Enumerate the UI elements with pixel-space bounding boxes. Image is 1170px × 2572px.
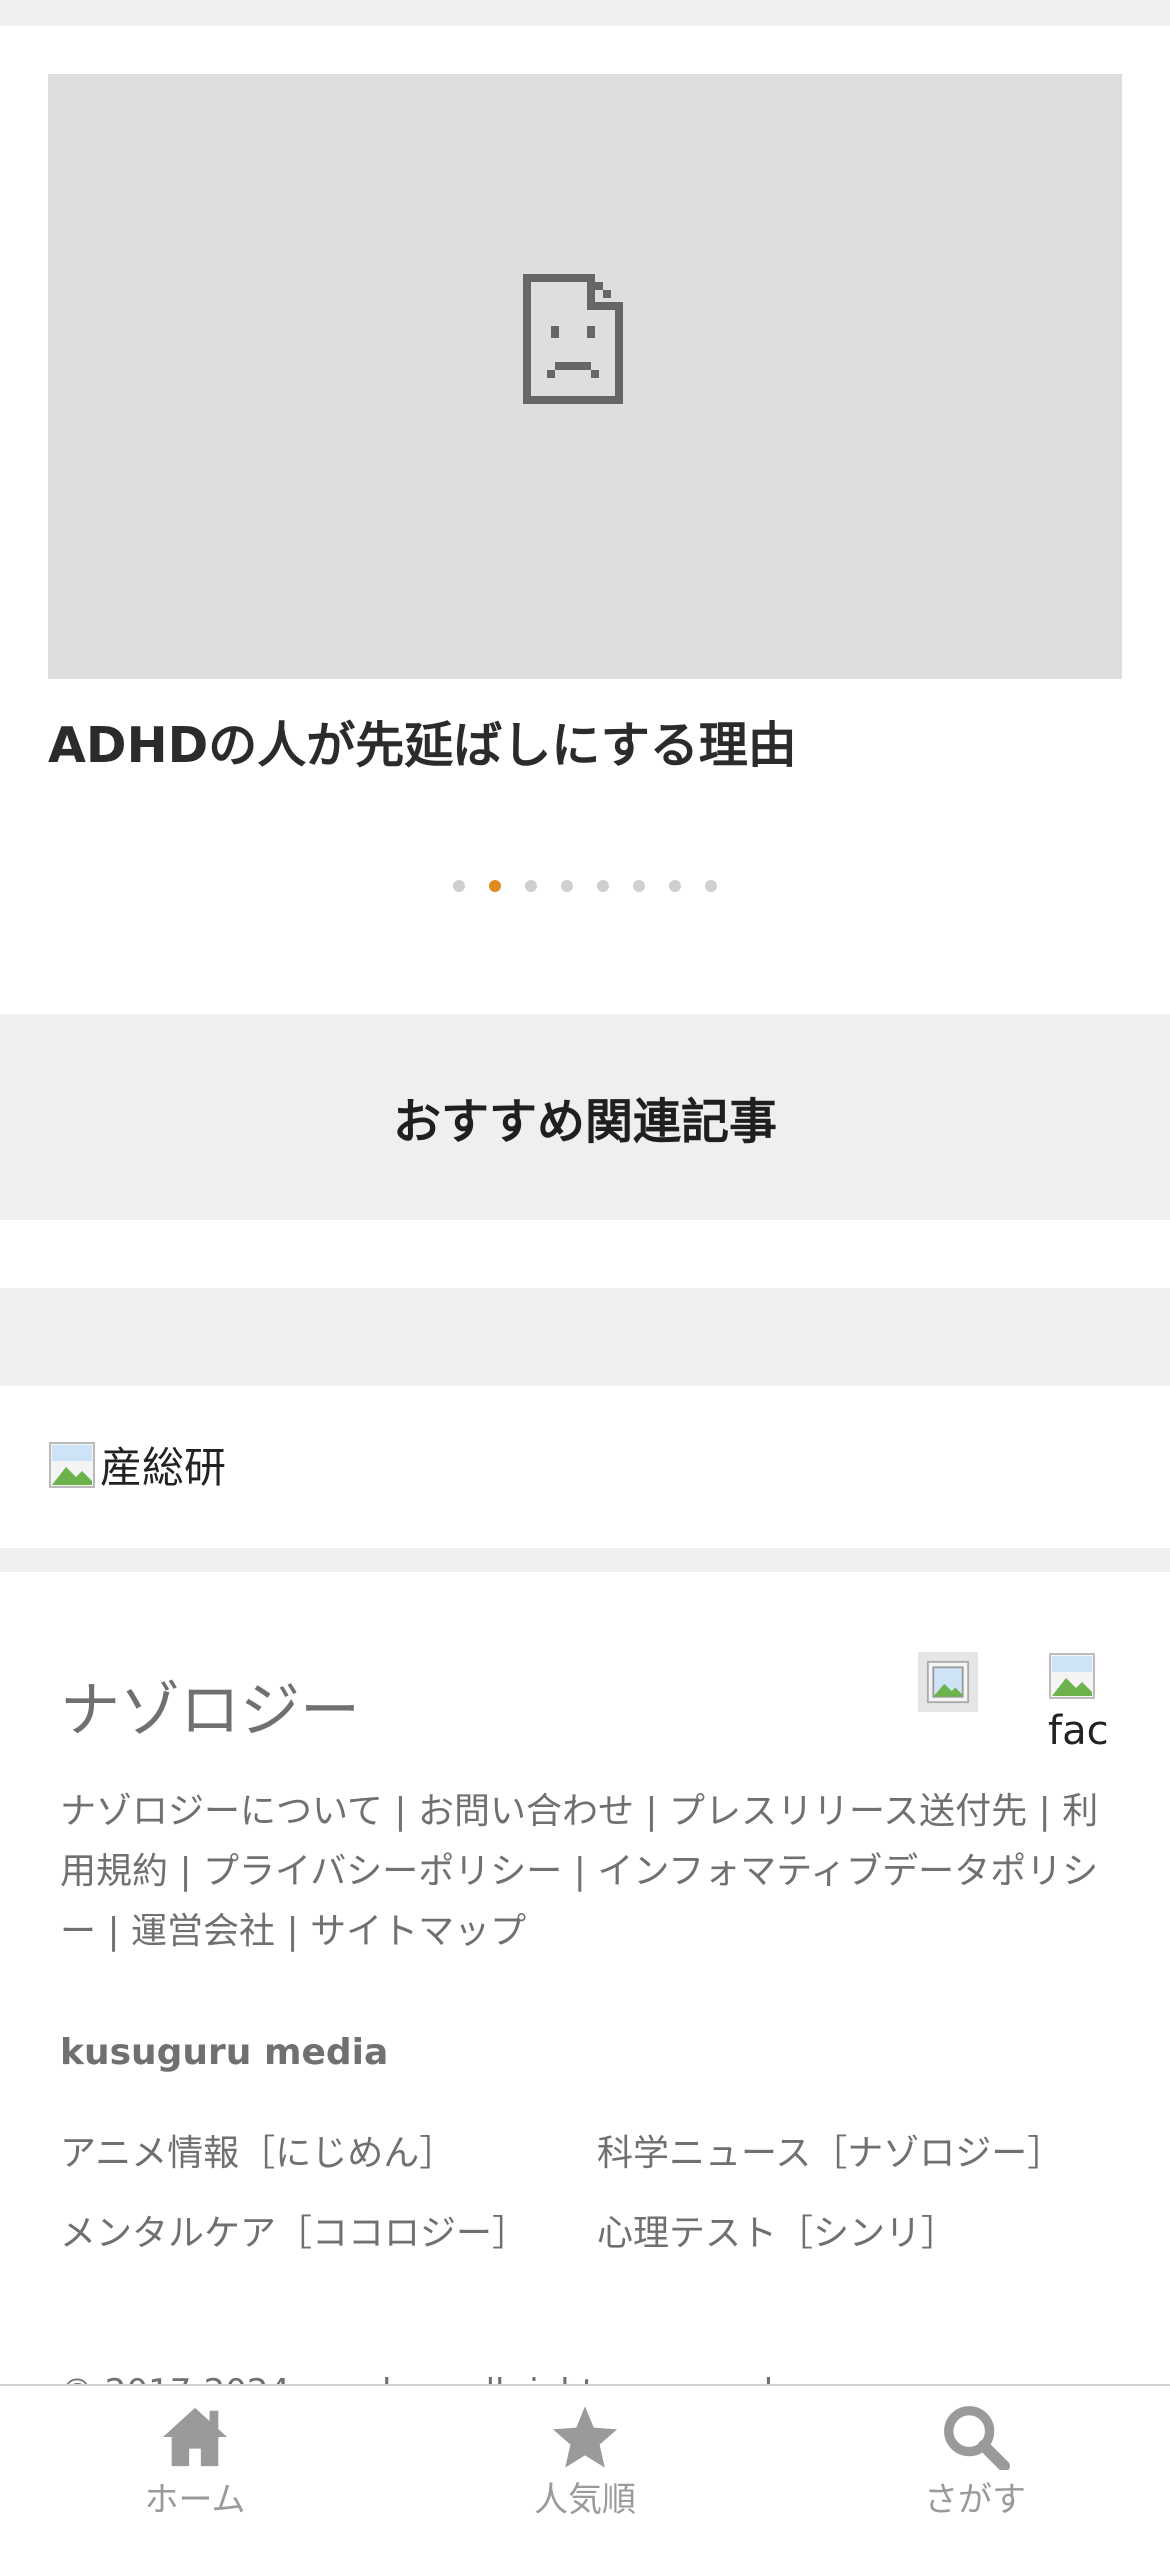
footer-links: ナゾロジーについて | お問い合わせ | プレスリリース送付先 | 利用規約 |… bbox=[60, 1782, 1114, 1962]
footer-link[interactable]: ナゾロジーについて bbox=[60, 1791, 383, 1832]
tab-home-label: ホーム bbox=[144, 2480, 246, 2520]
link-separator: | bbox=[382, 1791, 418, 1832]
link-separator: | bbox=[562, 1851, 598, 1892]
link-separator: | bbox=[96, 1911, 132, 1952]
carousel-dot[interactable] bbox=[453, 880, 465, 892]
carousel-dot[interactable] bbox=[561, 880, 573, 892]
footer-link[interactable]: お問い合わせ bbox=[418, 1791, 634, 1832]
tab-popular-label: 人気順 bbox=[534, 2480, 636, 2520]
network-title: kusuguru media bbox=[60, 2032, 389, 2073]
article-title[interactable]: ADHDの人が先延ばしにする理由 bbox=[48, 706, 1122, 777]
related-articles-heading: おすすめ関連記事 bbox=[0, 1014, 1170, 1220]
partner-section: 産総研 bbox=[0, 1386, 1170, 1548]
bottom-tab-bar: ホーム 人気順 さがす bbox=[0, 2384, 1170, 2534]
tab-home[interactable]: ホーム bbox=[95, 2404, 295, 2521]
network-link-psychtest[interactable]: 心理テスト［シンリ］ bbox=[597, 2204, 957, 2256]
footer-link[interactable]: プライバシーポリシー bbox=[203, 1851, 562, 1892]
broken-image-icon bbox=[1049, 1653, 1095, 1699]
tab-search[interactable]: さがす bbox=[875, 2404, 1075, 2521]
home-icon bbox=[162, 2407, 228, 2467]
footer-link[interactable]: プレスリリース送付先 bbox=[669, 1791, 1027, 1832]
partner-alt-text: 産総研 bbox=[100, 1443, 227, 1492]
tab-search-label: さがす bbox=[924, 2480, 1026, 2520]
social-icon-twitter[interactable] bbox=[918, 1652, 978, 1712]
network-link-mentalcare[interactable]: メンタルケア［ココロジー］ bbox=[60, 2204, 528, 2256]
link-separator: | bbox=[168, 1851, 204, 1892]
carousel-dot[interactable] bbox=[489, 880, 501, 892]
facebook-alt-text: fac bbox=[1048, 1708, 1109, 1754]
image-icon bbox=[926, 1660, 970, 1704]
carousel-dot[interactable] bbox=[597, 880, 609, 892]
footer-link[interactable]: 運営会社 bbox=[131, 1911, 275, 1952]
network-link-anime[interactable]: アニメ情報［にじめん］ bbox=[60, 2124, 455, 2176]
spacer-band bbox=[0, 1220, 1170, 1288]
search-icon bbox=[944, 2406, 1010, 2470]
carousel-dot[interactable] bbox=[669, 880, 681, 892]
carousel-dot[interactable] bbox=[705, 880, 717, 892]
network-link-science[interactable]: 科学ニュース［ナゾロジー］ bbox=[597, 2124, 1063, 2176]
tab-popular[interactable]: 人気順 bbox=[485, 2404, 685, 2521]
link-separator: | bbox=[275, 1911, 311, 1952]
carousel-dot[interactable] bbox=[525, 880, 537, 892]
partner-logo-link[interactable]: 産総研 bbox=[48, 1434, 226, 1495]
broken-image-icon bbox=[49, 1441, 95, 1488]
link-separator: | bbox=[1027, 1791, 1063, 1832]
carousel-dot[interactable] bbox=[633, 880, 645, 892]
footer-link[interactable]: サイトマップ bbox=[310, 1911, 526, 1952]
featured-carousel: ADHDの人が先延ばしにする理由 bbox=[0, 26, 1170, 1014]
carousel-pagination bbox=[0, 876, 1170, 896]
social-icon-facebook[interactable]: fac bbox=[1048, 1652, 1128, 1754]
link-separator: | bbox=[633, 1791, 669, 1832]
star-icon bbox=[552, 2406, 618, 2468]
ad-placeholder bbox=[0, 1288, 1170, 1386]
article-thumbnail[interactable] bbox=[48, 74, 1122, 679]
footer-brand[interactable]: ナゾロジー bbox=[60, 1662, 360, 1749]
broken-image-icon bbox=[523, 274, 623, 404]
